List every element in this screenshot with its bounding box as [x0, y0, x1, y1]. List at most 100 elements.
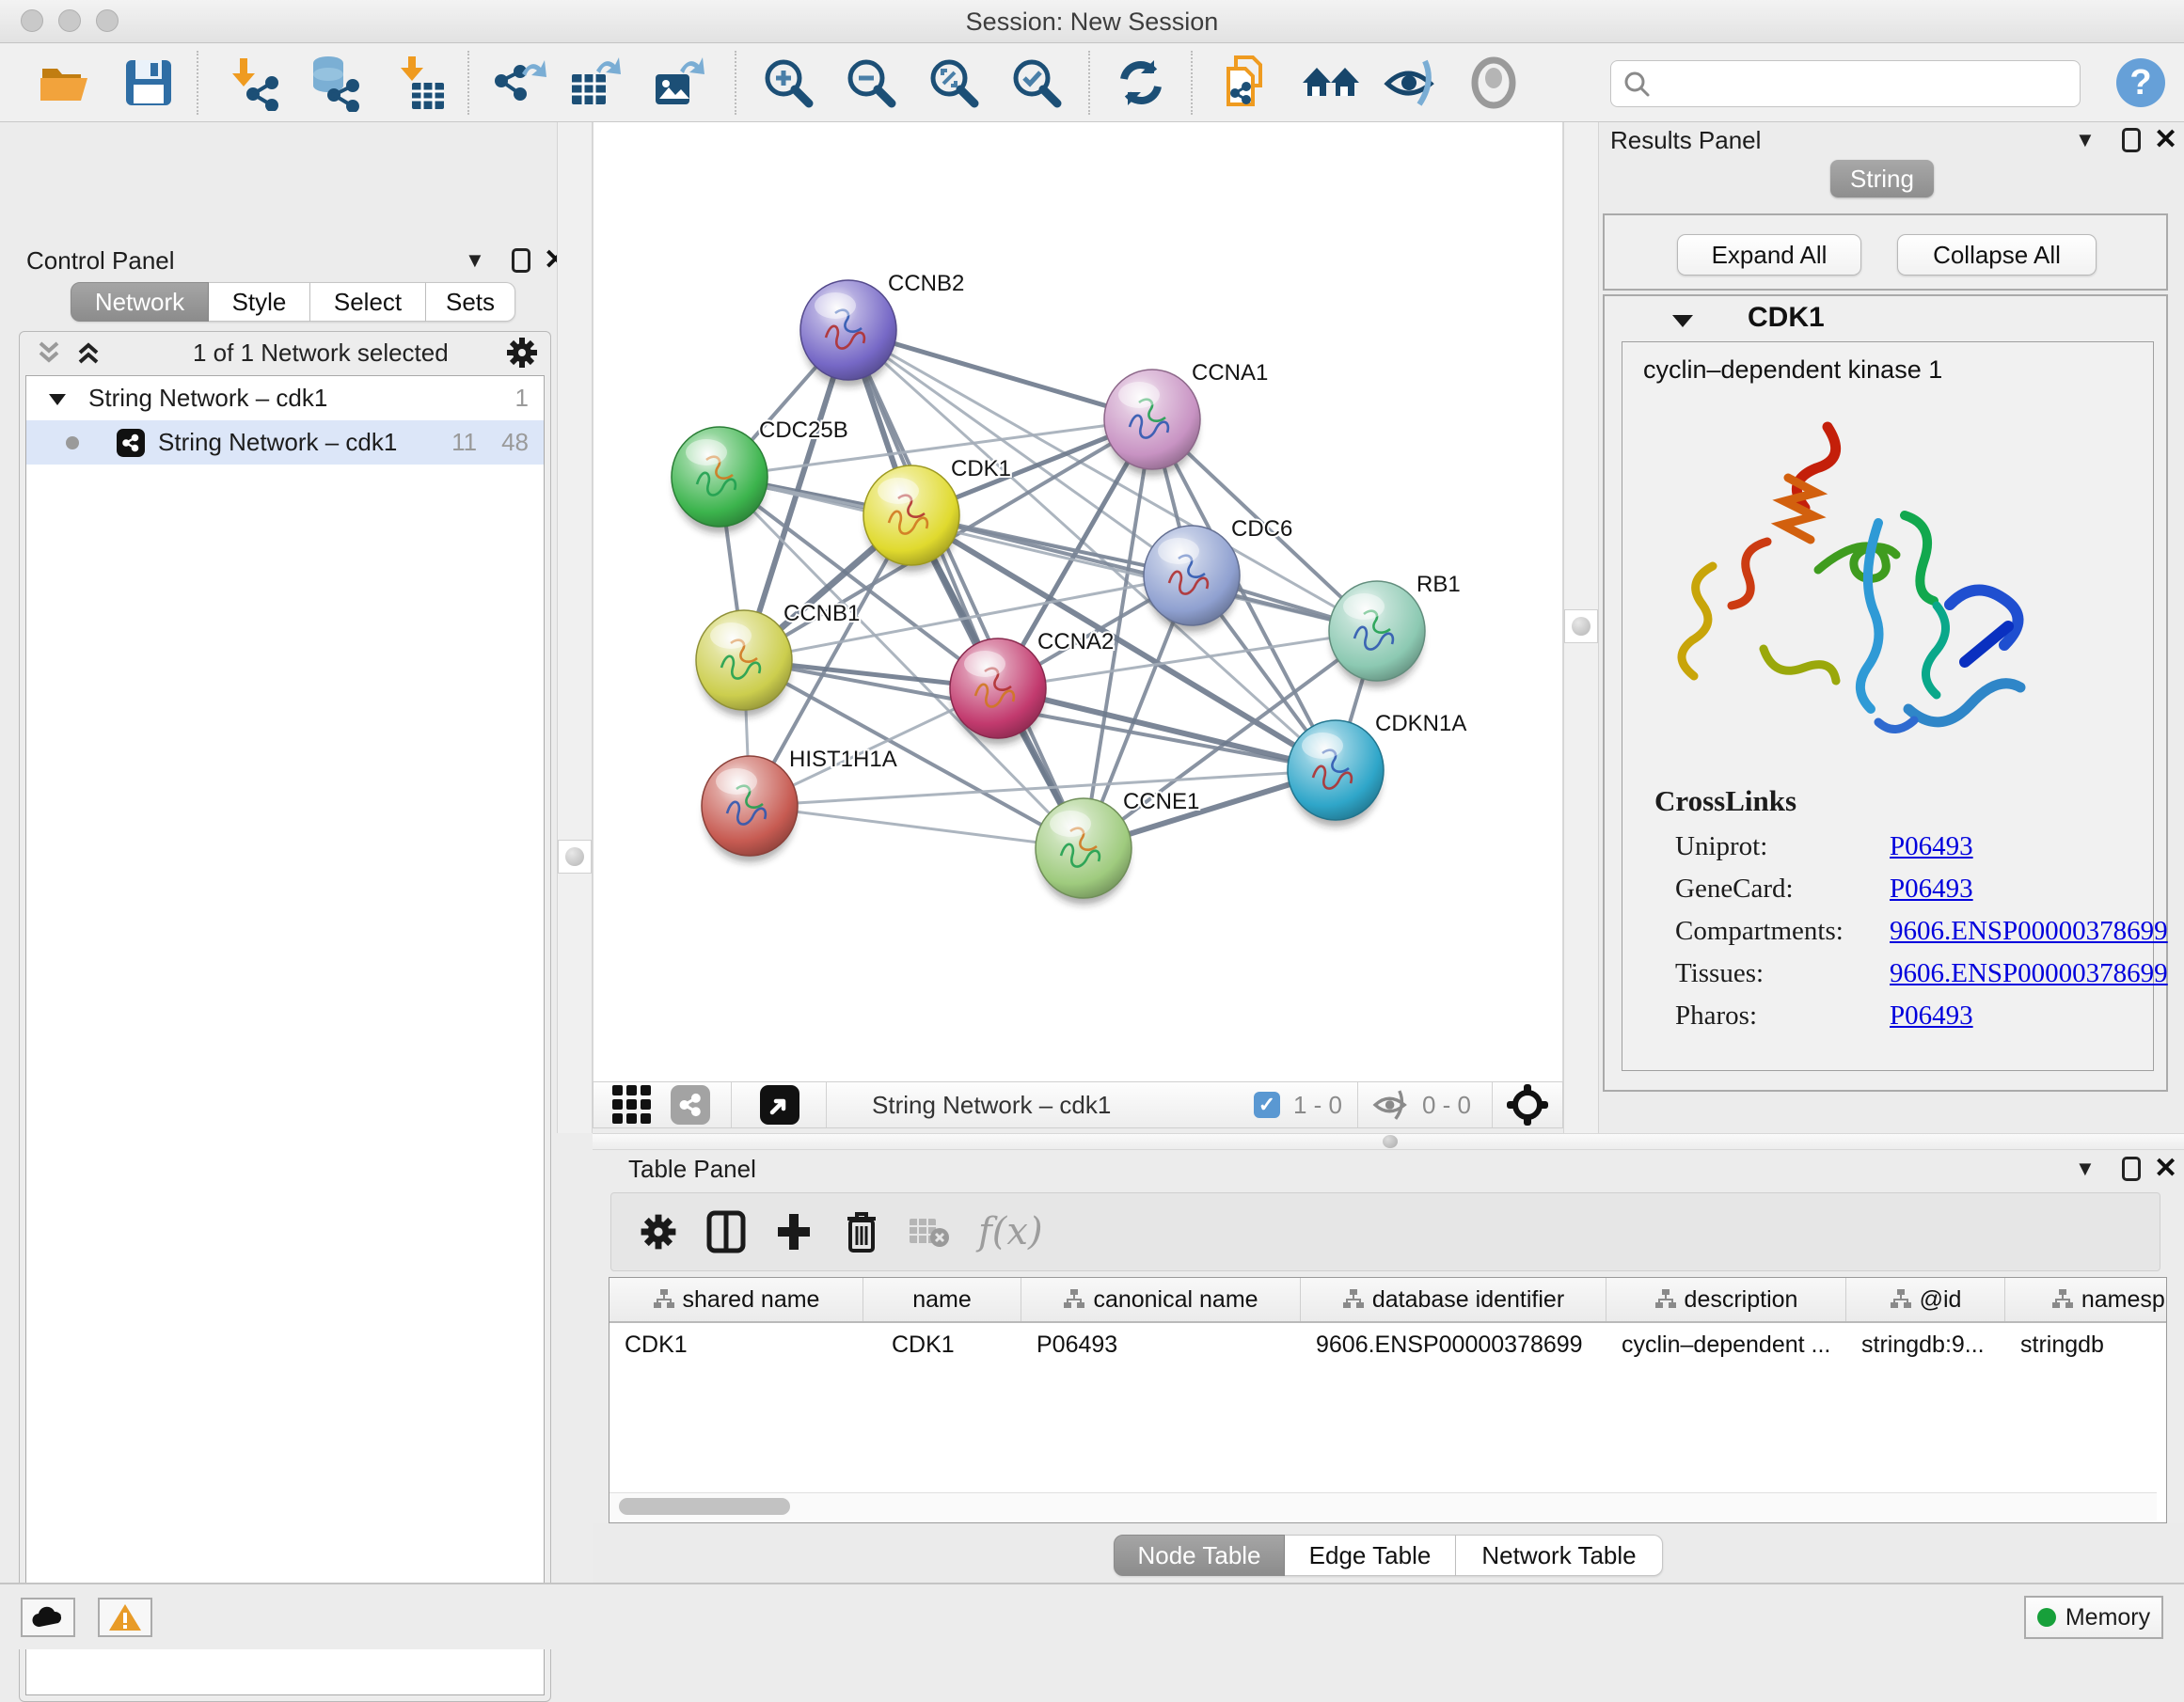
delete-column-button[interactable]	[828, 1209, 895, 1254]
node-CDKN1A[interactable]: CDKN1A	[1288, 711, 1466, 820]
column-header-database-identifier[interactable]: database identifier	[1301, 1278, 1606, 1321]
column-header-canonical-name[interactable]: canonical name	[1021, 1278, 1301, 1321]
memory-button[interactable]: Memory	[2024, 1596, 2163, 1639]
node-CCNA2[interactable]: CCNA2	[950, 629, 1114, 738]
import-network-database-button[interactable]	[303, 53, 363, 113]
column-header-id[interactable]: @id	[1846, 1278, 2005, 1321]
cell-name[interactable]: CDK1	[863, 1323, 1021, 1366]
grid-view-icon[interactable]	[610, 1083, 654, 1127]
network-row[interactable]: String Network – cdk1 11 48	[26, 420, 544, 465]
hide-panels-button[interactable]	[1381, 53, 1441, 113]
string-network-graph[interactable]: CCNB2CCNA1CDC25BCDK1CDC6RB1CCNB1CCNA2CDK…	[593, 122, 1562, 1080]
tab-string[interactable]: String	[1830, 160, 1934, 197]
results-panel-menu-icon[interactable]: ▼	[2075, 128, 2096, 152]
table-panel-splitter[interactable]	[593, 1133, 2184, 1150]
export-image-button[interactable]	[651, 53, 711, 113]
refresh-button[interactable]	[1111, 53, 1171, 113]
splitter-handle[interactable]	[558, 840, 592, 874]
warnings-button[interactable]	[98, 1598, 152, 1637]
gear-icon[interactable]	[503, 334, 541, 371]
export-network-button[interactable]	[488, 53, 548, 113]
table-panel-menu-icon[interactable]: ▼	[2075, 1157, 2096, 1181]
selected-nodes-checkbox[interactable]: ✓	[1254, 1092, 1280, 1118]
cell-canonical-name[interactable]: P06493	[1021, 1323, 1301, 1366]
control-panel-menu-icon[interactable]: ▼	[465, 248, 485, 273]
results-panel-close-icon[interactable]: ✕	[2154, 128, 2177, 152]
zoom-in-button[interactable]	[758, 53, 818, 113]
splitter-handle[interactable]	[1564, 609, 1598, 643]
save-session-button[interactable]	[119, 53, 179, 113]
results-panel-float-icon[interactable]	[2122, 128, 2141, 152]
node-CCNE1[interactable]: CCNE1	[1036, 789, 1199, 898]
tab-network[interactable]: Network	[71, 282, 209, 322]
cell-namespace[interactable]: stringdb	[2005, 1323, 2167, 1366]
toggle-view-button[interactable]	[1464, 53, 1524, 113]
table-horizontal-scrollbar[interactable]	[609, 1492, 2157, 1521]
expand-all-icon[interactable]	[72, 339, 104, 367]
collapse-all-button[interactable]: Collapse All	[1897, 234, 2097, 276]
column-header-name[interactable]: name	[863, 1278, 1021, 1321]
clone-network-button[interactable]	[1218, 53, 1278, 113]
table-row[interactable]: CDK1 CDK1 P06493 9606.ENSP00000378699 cy…	[609, 1323, 2166, 1366]
crosslink-uniprot-link[interactable]: P06493	[1890, 831, 1973, 861]
export-table-button[interactable]	[567, 53, 627, 113]
collapse-all-icon[interactable]	[33, 339, 65, 367]
zoom-fit-button[interactable]	[924, 53, 984, 113]
cloud-status-button[interactable]	[21, 1598, 75, 1637]
delete-table-button[interactable]	[895, 1213, 963, 1251]
show-all-panels-button[interactable]	[1301, 53, 1361, 113]
table-panel-float-icon[interactable]	[2122, 1157, 2141, 1181]
expand-all-button[interactable]: Expand All	[1677, 234, 1861, 276]
show-columns-button[interactable]	[692, 1209, 760, 1254]
network-canvas[interactable]: CCNB2CCNA1CDC25BCDK1CDC6RB1CCNB1CCNA2CDK…	[593, 122, 1563, 1081]
tab-edge-table[interactable]: Edge Table	[1285, 1535, 1456, 1576]
cell-id[interactable]: stringdb:9...	[1846, 1323, 2005, 1366]
selected-counts: 1 - 0	[1293, 1091, 1342, 1120]
search-input[interactable]	[1610, 60, 2081, 107]
import-table-file-button[interactable]	[389, 53, 450, 113]
right-panel-splitter[interactable]	[1563, 122, 1599, 1133]
function-builder-button[interactable]: f(x)	[978, 1210, 1043, 1253]
crosslink-tissues-link[interactable]: 9606.ENSP00000378699	[1890, 958, 2168, 988]
table-settings-button[interactable]	[625, 1210, 692, 1253]
edge-HIST1H1A-CCNE1[interactable]	[750, 806, 1084, 848]
node-CCNA1[interactable]: CCNA1	[1104, 360, 1268, 469]
node-RB1[interactable]: RB1	[1329, 572, 1461, 681]
string-view-icon[interactable]	[671, 1085, 710, 1125]
gene-expander-icon[interactable]	[1670, 311, 1695, 330]
collection-expander-icon[interactable]	[47, 390, 68, 407]
node-CDC25B[interactable]: CDC25B	[672, 418, 848, 527]
zoom-out-button[interactable]	[841, 53, 901, 113]
zoom-selected-button[interactable]	[1006, 53, 1067, 113]
column-header-namespace[interactable]: namespace	[2005, 1278, 2167, 1321]
column-header-shared-name[interactable]: shared name	[609, 1278, 863, 1321]
open-session-button[interactable]	[34, 53, 94, 113]
crosslink-pharos-link[interactable]: P06493	[1890, 1001, 1973, 1031]
import-network-file-button[interactable]	[225, 53, 285, 113]
help-button[interactable]: ?	[2111, 53, 2171, 113]
delete-table-icon	[908, 1213, 951, 1251]
node-CCNB2[interactable]: CCNB2	[800, 271, 964, 380]
tab-network-table[interactable]: Network Table	[1456, 1535, 1663, 1576]
table-panel-close-icon[interactable]: ✕	[2154, 1157, 2177, 1181]
crosslink-genecard-link[interactable]: P06493	[1890, 874, 1973, 904]
birdseye-view-icon[interactable]	[760, 1085, 799, 1125]
column-header-description[interactable]: description	[1606, 1278, 1846, 1321]
node-HIST1H1A[interactable]: HIST1H1A	[702, 747, 897, 856]
splitter-handle[interactable]	[1383, 1135, 1398, 1148]
left-panel-splitter[interactable]	[557, 122, 593, 1133]
tab-style[interactable]: Style	[209, 282, 310, 322]
crosslink-compartments-link[interactable]: 9606.ENSP00000378699	[1890, 916, 2168, 946]
cell-database-identifier[interactable]: 9606.ENSP00000378699	[1301, 1323, 1606, 1366]
tab-sets[interactable]: Sets	[426, 282, 515, 322]
control-panel-float-icon[interactable]	[512, 248, 530, 273]
cell-description[interactable]: cyclin–dependent ...	[1606, 1323, 1846, 1366]
create-column-button[interactable]	[760, 1210, 828, 1253]
network-collection-row[interactable]: String Network – cdk1 1	[26, 376, 544, 420]
cell-shared-name[interactable]: CDK1	[609, 1323, 863, 1366]
tab-node-table[interactable]: Node Table	[1114, 1535, 1285, 1576]
tab-select[interactable]: Select	[310, 282, 426, 322]
node-CDK1[interactable]: CDK1	[863, 456, 1011, 565]
scrollbar-thumb[interactable]	[619, 1498, 790, 1515]
fit-selected-icon[interactable]	[1506, 1083, 1549, 1127]
